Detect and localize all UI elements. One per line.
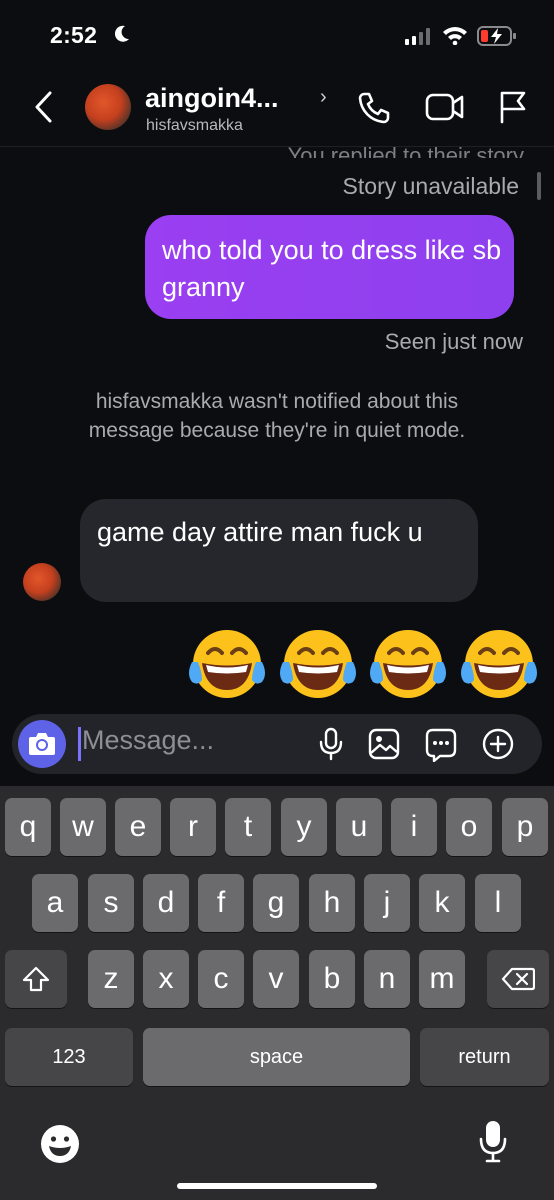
key-h[interactable]: h (309, 874, 355, 932)
cellular-signal-icon (405, 28, 433, 50)
key-g[interactable]: g (253, 874, 299, 932)
key-v[interactable]: v (253, 950, 299, 1008)
space-key[interactable]: space (143, 1028, 410, 1086)
camera-icon (29, 733, 55, 755)
key-c[interactable]: c (198, 950, 244, 1008)
outgoing-message-bubble[interactable]: who told you to dress like sb granny (145, 215, 514, 319)
emoji-message[interactable] (184, 628, 542, 700)
emoji-keyboard-button[interactable] (39, 1123, 81, 1170)
key-f[interactable]: f (198, 874, 244, 932)
camera-button[interactable] (18, 720, 66, 768)
focus-moon-icon (113, 24, 131, 49)
sticker-button[interactable] (425, 728, 457, 767)
phone-icon (358, 92, 390, 124)
back-button[interactable] (30, 90, 60, 124)
text-cursor (78, 727, 81, 761)
sender-avatar[interactable] (23, 563, 61, 601)
key-x[interactable]: x (143, 950, 189, 1008)
video-icon (425, 93, 464, 121)
more-options-button[interactable] (482, 728, 514, 765)
quiet-mode-note: hisfavsmakka wasn't notified about this … (88, 390, 466, 442)
key-s[interactable]: s (88, 874, 134, 932)
contact-name[interactable]: aingoin4... (145, 83, 279, 114)
key-u[interactable]: u (336, 798, 382, 856)
gallery-button[interactable] (368, 728, 400, 765)
key-w[interactable]: w (60, 798, 106, 856)
microphone-icon (319, 727, 343, 761)
key-t[interactable]: t (225, 798, 271, 856)
report-flag-button[interactable] (498, 90, 528, 129)
shift-icon (22, 966, 50, 992)
contact-avatar[interactable] (85, 84, 131, 130)
on-screen-keyboard: q w e r t y u i o p a s d f g h j k l z … (0, 786, 554, 1200)
return-key[interactable]: return (420, 1028, 549, 1086)
plus-icon (482, 728, 514, 760)
key-q[interactable]: q (5, 798, 51, 856)
key-p[interactable]: p (502, 798, 548, 856)
incoming-message-bubble[interactable]: game day attire man fuck u (80, 499, 478, 602)
backspace-icon (501, 967, 535, 991)
key-d[interactable]: d (143, 874, 189, 932)
video-call-button[interactable] (425, 92, 465, 127)
seen-status: Seen just now (384, 329, 523, 354)
tears-of-joy-emoji-icon (460, 630, 537, 698)
back-icon (35, 91, 52, 123)
tears-of-joy-emoji-icon (189, 630, 265, 698)
home-indicator[interactable] (177, 1183, 377, 1189)
key-z[interactable]: z (88, 950, 134, 1008)
status-time: 2:52 (50, 22, 98, 48)
key-j[interactable]: j (364, 874, 410, 932)
wifi-icon (442, 25, 468, 50)
key-b[interactable]: b (309, 950, 355, 1008)
key-r[interactable]: r (170, 798, 216, 856)
emoji-icon (41, 1125, 79, 1163)
outgoing-message-text: who told you to dress like sb granny (162, 235, 502, 302)
key-k[interactable]: k (419, 874, 465, 932)
contact-handle: hisfavsmakka (146, 117, 243, 134)
incoming-message-text: game day attire man fuck u (97, 517, 423, 547)
key-a[interactable]: a (32, 874, 78, 932)
message-input[interactable]: Message... (82, 725, 214, 756)
audio-call-button[interactable] (356, 91, 392, 130)
key-l[interactable]: l (475, 874, 521, 932)
flag-icon (500, 91, 526, 124)
key-o[interactable]: o (446, 798, 492, 856)
shift-key[interactable] (5, 950, 67, 1008)
key-e[interactable]: e (115, 798, 161, 856)
battery-low-power-icon (477, 25, 517, 52)
tears-of-joy-emoji-icon (279, 630, 356, 698)
message-composer[interactable]: Message... (12, 714, 542, 774)
numbers-key[interactable]: 123 (5, 1028, 133, 1086)
delete-key[interactable] (487, 950, 549, 1008)
story-reply-note: You replied to their story (287, 143, 524, 158)
voice-message-button[interactable] (317, 727, 345, 766)
gallery-icon (368, 728, 400, 760)
chat-scrollbar[interactable] (537, 172, 541, 200)
key-i[interactable]: i (391, 798, 437, 856)
key-n[interactable]: n (364, 950, 410, 1008)
dictation-button[interactable] (478, 1119, 508, 1170)
tears-of-joy-emoji-icon (370, 630, 447, 698)
sticker-icon (425, 728, 457, 763)
key-y[interactable]: y (281, 798, 327, 856)
story-unavailable-label: Story unavailable (342, 173, 519, 199)
key-m[interactable]: m (419, 950, 465, 1008)
microphone-icon (479, 1121, 507, 1163)
chevron-right-icon[interactable]: › (320, 86, 327, 109)
